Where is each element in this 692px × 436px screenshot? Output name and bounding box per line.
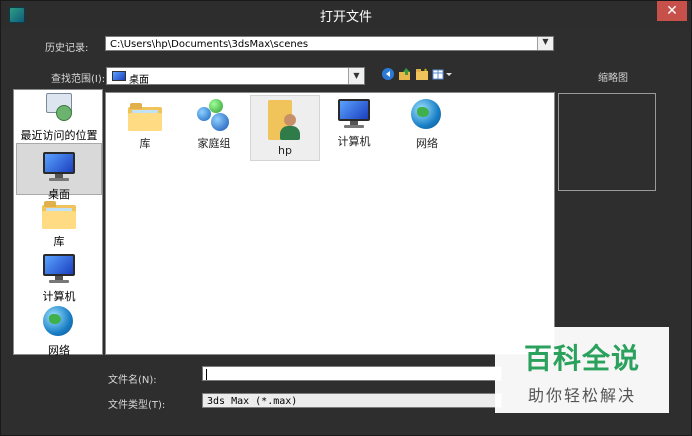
desktop-icon bbox=[41, 152, 77, 182]
file-item-computer[interactable]: 计算机 bbox=[319, 95, 389, 161]
place-recent[interactable]: 最近访问的位置 bbox=[16, 93, 102, 142]
file-item-label: 库 bbox=[139, 137, 151, 150]
history-label: 历史记录: bbox=[45, 43, 89, 54]
place-desktop[interactable]: 桌面 bbox=[16, 143, 102, 201]
thumbnail-preview bbox=[558, 93, 656, 191]
recent-places-icon bbox=[42, 93, 76, 123]
library-folder-icon bbox=[42, 201, 76, 229]
network-globe-icon bbox=[43, 306, 75, 338]
file-item-library[interactable]: 库 bbox=[110, 95, 180, 161]
place-network[interactable]: 网络 bbox=[16, 306, 102, 357]
place-label: 网络 bbox=[48, 344, 70, 357]
filename-input[interactable] bbox=[202, 366, 502, 381]
window-title: 打开文件 bbox=[319, 10, 372, 25]
view-menu-icon[interactable] bbox=[432, 67, 454, 81]
computer-icon bbox=[41, 254, 77, 284]
place-label: 桌面 bbox=[48, 188, 70, 201]
file-item-label: hp bbox=[278, 144, 292, 157]
history-path: C:\Users\hp\Documents\3dsMax\scenes bbox=[110, 39, 309, 50]
new-folder-icon[interactable]: * bbox=[415, 67, 429, 81]
place-label: 最近访问的位置 bbox=[20, 129, 98, 142]
filetype-combobox[interactable]: 3ds Max (*.max) bbox=[202, 393, 502, 408]
place-library[interactable]: 库 bbox=[16, 201, 102, 249]
up-folder-icon[interactable] bbox=[398, 67, 412, 81]
lookin-label: 查找范围(I): bbox=[51, 74, 106, 85]
title-bar: 打开文件 ✕ bbox=[1, 1, 691, 29]
filename-label: 文件名(N): bbox=[108, 375, 157, 386]
place-label: 计算机 bbox=[42, 290, 76, 303]
filetype-value: 3ds Max (*.max) bbox=[207, 396, 298, 407]
watermark-title: 百科全说 bbox=[523, 342, 640, 375]
homegroup-icon bbox=[195, 99, 233, 131]
file-item-network[interactable]: 网络 bbox=[392, 95, 462, 161]
file-item-homegroup[interactable]: 家庭组 bbox=[179, 95, 249, 161]
open-file-dialog: 打开文件 ✕ 历史记录: C:\Users\hp\Documents\3dsMa… bbox=[0, 0, 692, 436]
back-icon[interactable] bbox=[381, 67, 395, 81]
place-label: 库 bbox=[53, 235, 65, 248]
close-button[interactable]: ✕ bbox=[657, 1, 687, 21]
file-item-label: 计算机 bbox=[337, 135, 371, 148]
chevron-down-icon[interactable]: ▼ bbox=[537, 37, 553, 50]
computer-icon bbox=[336, 99, 372, 129]
filetype-label: 文件类型(T): bbox=[108, 400, 166, 411]
baike-watermark: 百科全说 助你轻松解决 bbox=[495, 327, 669, 413]
file-item-label: 家庭组 bbox=[197, 137, 231, 150]
file-item-hp[interactable]: hp bbox=[250, 95, 320, 161]
chevron-down-icon[interactable]: ▼ bbox=[348, 68, 364, 84]
file-list[interactable]: 库 家庭组 hp 计算机 网络 bbox=[105, 92, 555, 355]
history-combobox[interactable]: C:\Users\hp\Documents\3dsMax\scenes ▼ bbox=[105, 36, 554, 51]
svg-text:*: * bbox=[424, 68, 427, 75]
library-folder-icon bbox=[128, 103, 162, 131]
place-computer[interactable]: 计算机 bbox=[16, 254, 102, 303]
watermark-subtitle: 助你轻松解决 bbox=[527, 386, 636, 405]
network-globe-icon bbox=[411, 99, 443, 131]
places-bar: 最近访问的位置 桌面 库 计算机 网络 bbox=[13, 89, 103, 357]
file-item-label: 网络 bbox=[416, 137, 438, 150]
thumbnail-label: 缩略图 bbox=[598, 73, 628, 84]
text-caret bbox=[206, 369, 207, 380]
lookin-value: 桌面 bbox=[129, 75, 149, 85]
user-folder-icon bbox=[268, 100, 302, 140]
lookin-combobox[interactable]: 桌面 ▼ bbox=[106, 67, 365, 85]
desktop-icon bbox=[112, 71, 126, 81]
